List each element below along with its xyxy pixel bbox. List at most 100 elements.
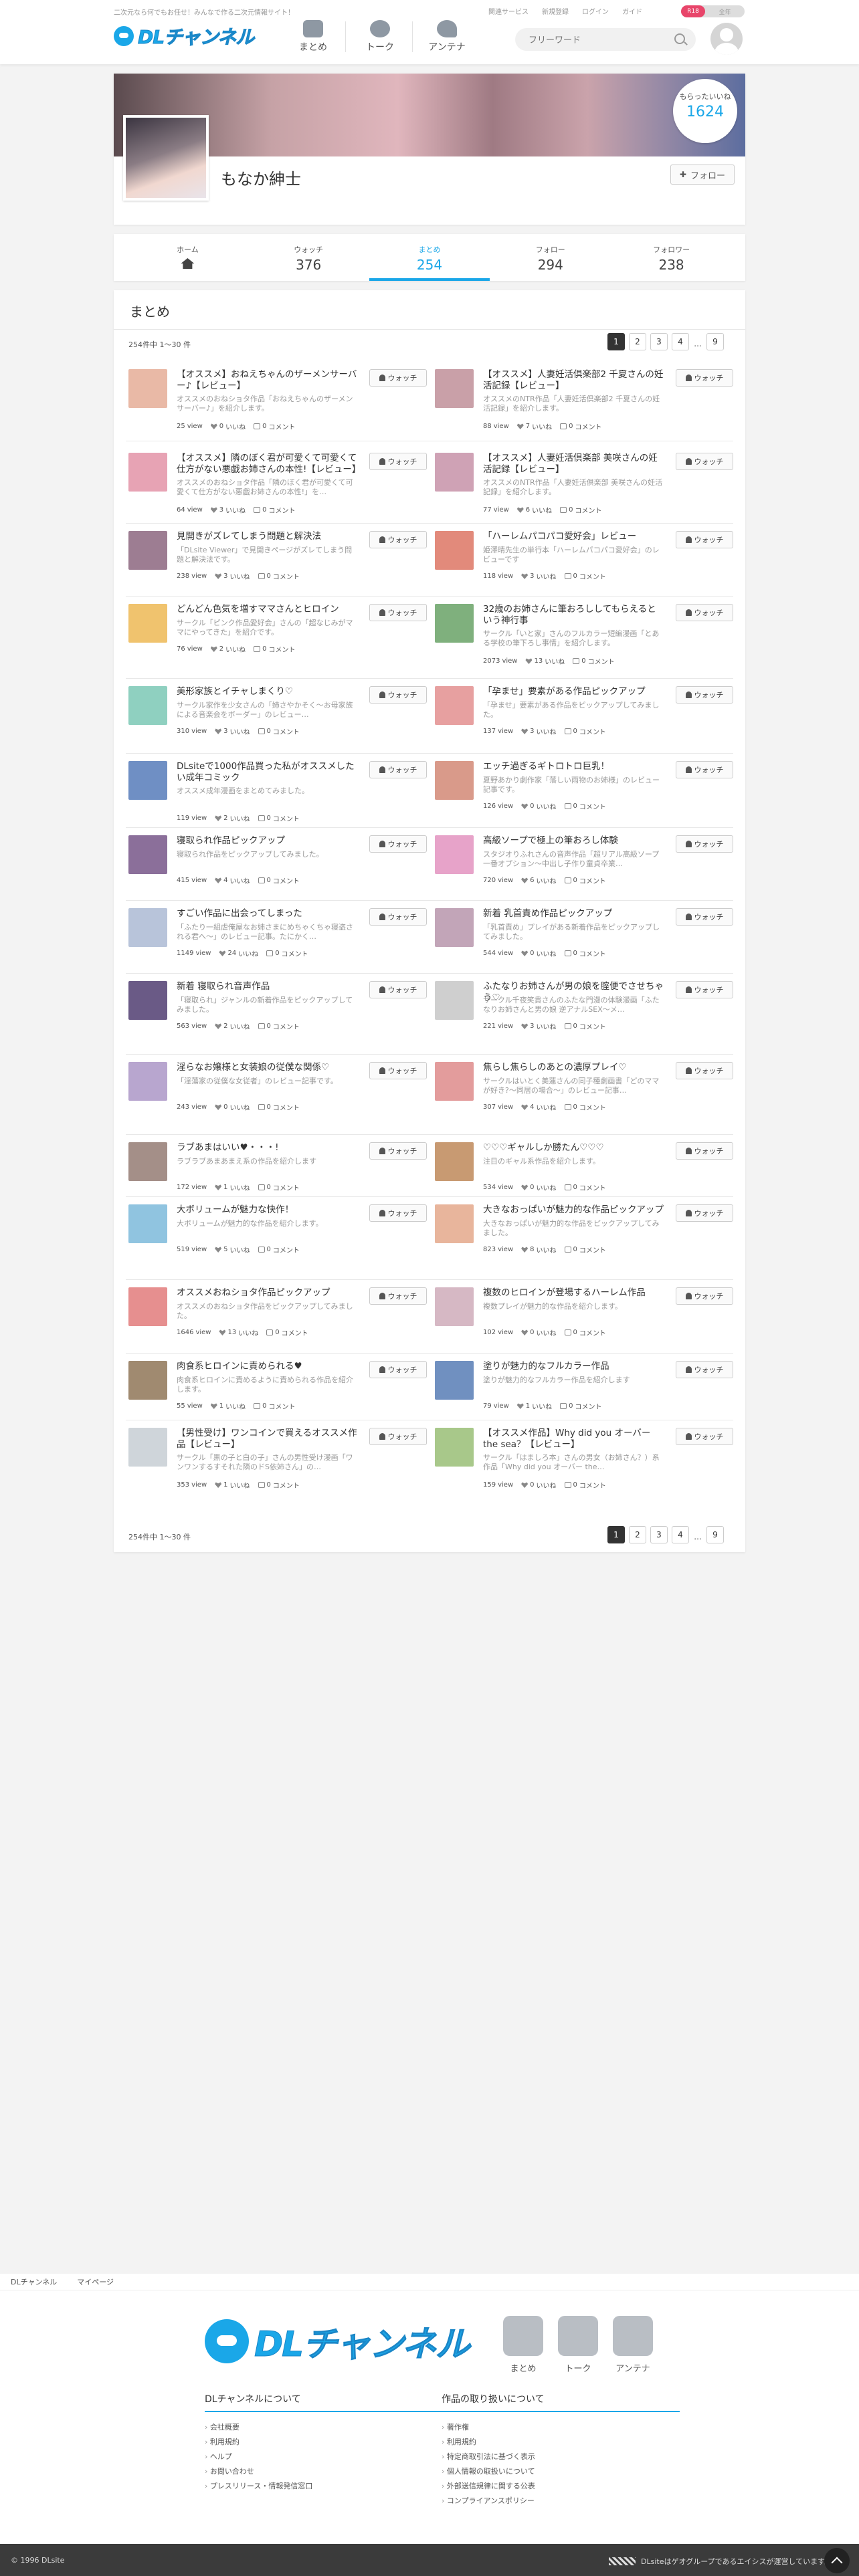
footer-link[interactable]: 会社概要 bbox=[205, 2420, 443, 2435]
article-thumbnail[interactable] bbox=[435, 1287, 474, 1326]
page-1[interactable]: 1 bbox=[607, 333, 625, 350]
user-avatar[interactable] bbox=[710, 23, 743, 55]
watch-button[interactable]: ウォッチ bbox=[369, 761, 427, 778]
article-title[interactable]: 【男性受け】ワンコインで買えるオススメ作品【レビュー】 bbox=[177, 1428, 357, 1451]
watch-button[interactable]: ウォッチ bbox=[676, 531, 733, 548]
watch-button[interactable]: ウォッチ bbox=[369, 1287, 427, 1305]
article-title[interactable]: 「孕ませ」要素がある作品ピックアップ bbox=[483, 686, 664, 697]
site-logo[interactable]: DLチャンネル bbox=[114, 23, 255, 49]
article-thumbnail[interactable] bbox=[128, 908, 167, 947]
footer-link[interactable]: 特定商取引法に基づく表示 bbox=[442, 2450, 680, 2464]
article-thumbnail[interactable] bbox=[128, 1361, 167, 1400]
article-thumbnail[interactable] bbox=[435, 1062, 474, 1101]
article-title[interactable]: 高級ソープで極上の筆おろし体験 bbox=[483, 835, 664, 847]
article-thumbnail[interactable] bbox=[435, 1142, 474, 1181]
article-title[interactable]: すごい作品に出会ってしまった bbox=[177, 908, 357, 920]
footer-link[interactable]: プレスリリース・情報発信窓口 bbox=[205, 2479, 443, 2494]
watch-button[interactable]: ウォッチ bbox=[369, 1204, 427, 1222]
nav-antenna[interactable]: アンテナ bbox=[420, 20, 474, 53]
article-thumbnail[interactable] bbox=[128, 604, 167, 643]
article-title[interactable]: 大きなおっぱいが魅力的な作品ピックアップ bbox=[483, 1204, 664, 1216]
article-title[interactable]: 【オススメ】おねえちゃんのザーメンサーバー♪【レビュー】 bbox=[177, 369, 357, 392]
article-title[interactable]: どんどん色気を増すママさんとヒロイン bbox=[177, 604, 357, 615]
watch-button[interactable]: ウォッチ bbox=[676, 686, 733, 704]
article-title[interactable]: 美形家族とイチャしまくり♡ bbox=[177, 686, 357, 697]
related-services-link[interactable]: 関連サービス bbox=[488, 6, 529, 16]
footer-link-dlchannel[interactable]: DLチャンネル bbox=[11, 2276, 57, 2287]
article-title[interactable]: オススメおねショタ作品ピックアップ bbox=[177, 1287, 357, 1299]
watch-button[interactable]: ウォッチ bbox=[369, 369, 427, 387]
article-title[interactable]: 大ボリュームが魅力な快作！ bbox=[177, 1204, 357, 1216]
scroll-to-top-button[interactable] bbox=[824, 2548, 850, 2573]
page-3[interactable]: 3 bbox=[650, 1526, 668, 1543]
watch-button[interactable]: ウォッチ bbox=[369, 531, 427, 548]
page-4[interactable]: 4 bbox=[672, 333, 689, 350]
article-title[interactable]: 複数のヒロインが登場するハーレム作品 bbox=[483, 1287, 664, 1299]
article-title[interactable]: 新着 乳首責め作品ピックアップ bbox=[483, 908, 664, 920]
article-thumbnail[interactable] bbox=[128, 1062, 167, 1101]
watch-button[interactable]: ウォッチ bbox=[676, 1142, 733, 1160]
page-4[interactable]: 4 bbox=[672, 1526, 689, 1543]
footer-link[interactable]: 利用規約 bbox=[205, 2435, 443, 2450]
article-thumbnail[interactable] bbox=[128, 835, 167, 874]
footer-nav-antenna[interactable]: アンテナ bbox=[611, 2316, 654, 2374]
watch-button[interactable]: ウォッチ bbox=[676, 1062, 733, 1079]
watch-button[interactable]: ウォッチ bbox=[676, 1428, 733, 1445]
nav-matome[interactable]: まとめ bbox=[286, 20, 340, 53]
article-title[interactable]: DLsiteで1000作品買った私がオススメしたい成年コミック bbox=[177, 761, 357, 784]
article-title[interactable]: エッチ過ぎるギトロトロ巨乳！ bbox=[483, 761, 664, 772]
age-toggle[interactable]: R18 全年 bbox=[681, 5, 745, 17]
page-1[interactable]: 1 bbox=[607, 1526, 625, 1543]
watch-button[interactable]: ウォッチ bbox=[369, 604, 427, 621]
footer-link[interactable]: 利用規約 bbox=[442, 2435, 680, 2450]
article-title[interactable]: 新着 寝取られ音声作品 bbox=[177, 981, 357, 992]
tab-matome[interactable]: まとめ 254 bbox=[369, 234, 490, 281]
watch-button[interactable]: ウォッチ bbox=[369, 1142, 427, 1160]
article-thumbnail[interactable] bbox=[128, 981, 167, 1020]
article-title[interactable]: ラブあまはいい♥・・・! bbox=[177, 1142, 357, 1154]
footer-link[interactable]: 個人情報の取扱いについて bbox=[442, 2464, 680, 2479]
article-title[interactable]: 塗りが魅力的なフルカラー作品 bbox=[483, 1361, 664, 1372]
article-thumbnail[interactable] bbox=[128, 453, 167, 492]
footer-link[interactable]: 著作権 bbox=[442, 2420, 680, 2435]
watch-button[interactable]: ウォッチ bbox=[676, 453, 733, 470]
page-2[interactable]: 2 bbox=[629, 1526, 646, 1543]
watch-button[interactable]: ウォッチ bbox=[676, 1361, 733, 1378]
follow-button[interactable]: ✚ フォロー bbox=[670, 165, 735, 185]
footer-link[interactable]: お問い合わせ bbox=[205, 2464, 443, 2479]
nav-talk[interactable]: トーク bbox=[353, 20, 407, 53]
page-3[interactable]: 3 bbox=[650, 333, 668, 350]
watch-button[interactable]: ウォッチ bbox=[676, 835, 733, 853]
article-thumbnail[interactable] bbox=[128, 686, 167, 725]
article-thumbnail[interactable] bbox=[435, 1361, 474, 1400]
article-thumbnail[interactable] bbox=[435, 981, 474, 1020]
watch-button[interactable]: ウォッチ bbox=[369, 1361, 427, 1378]
page-2[interactable]: 2 bbox=[629, 333, 646, 350]
tab-watch[interactable]: ウォッチ 376 bbox=[248, 234, 369, 281]
article-title[interactable]: 焦らし焦らしのあとの濃厚プレイ♡ bbox=[483, 1062, 664, 1073]
article-title[interactable]: 「ハーレムパコパコ愛好会」レビュー bbox=[483, 531, 664, 542]
article-title[interactable]: 【オススメ】人妻妊活倶楽部2 千夏さんの妊活記録【レビュー】 bbox=[483, 369, 664, 392]
watch-button[interactable]: ウォッチ bbox=[676, 1204, 733, 1222]
article-title[interactable]: 32歳のお姉さんに筆おろししてもらえるという神行事 bbox=[483, 604, 664, 627]
article-thumbnail[interactable] bbox=[128, 369, 167, 408]
footer-nav-talk[interactable]: トーク bbox=[557, 2316, 599, 2374]
search-input[interactable] bbox=[515, 28, 696, 51]
watch-button[interactable]: ウォッチ bbox=[369, 1062, 427, 1079]
watch-button[interactable]: ウォッチ bbox=[369, 908, 427, 926]
article-thumbnail[interactable] bbox=[435, 604, 474, 643]
watch-button[interactable]: ウォッチ bbox=[369, 835, 427, 853]
guide-link[interactable]: ガイド bbox=[622, 6, 642, 16]
article-thumbnail[interactable] bbox=[435, 761, 474, 800]
watch-button[interactable]: ウォッチ bbox=[676, 981, 733, 998]
watch-button[interactable]: ウォッチ bbox=[369, 981, 427, 998]
article-thumbnail[interactable] bbox=[435, 1204, 474, 1243]
article-title[interactable]: 見開きがズレてしまう問題と解決法 bbox=[177, 531, 357, 542]
footer-link[interactable]: 外部送信規律に関する公表 bbox=[442, 2479, 680, 2494]
search-icon[interactable] bbox=[674, 33, 685, 44]
article-title[interactable]: 淫らなお嬢様と女装娘の従僕な関係♡ bbox=[177, 1062, 357, 1073]
watch-button[interactable]: ウォッチ bbox=[369, 453, 427, 470]
article-title[interactable]: 【オススメ】人妻妊活倶楽部 美咲さんの妊活記録【レビュー】 bbox=[483, 453, 664, 475]
article-thumbnail[interactable] bbox=[435, 531, 474, 570]
watch-button[interactable]: ウォッチ bbox=[369, 686, 427, 704]
